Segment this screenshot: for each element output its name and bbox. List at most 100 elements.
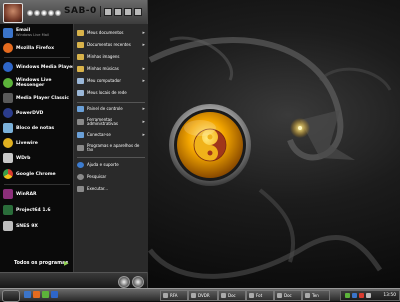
shutdown-button[interactable] [132,276,144,288]
recent-item[interactable]: WinRAR [0,187,73,201]
recent-item-label: Media Player Classic [16,95,69,101]
run-icon [77,186,84,192]
place-item[interactable]: Minhas imagens [74,52,148,62]
app-icon [277,293,282,298]
dot-icon [34,9,40,16]
recent-item[interactable]: Windows Live Messenger [0,75,73,91]
square-icon[interactable] [104,8,112,16]
taskbar-button[interactable]: RFA [160,290,188,301]
programs-column: Email Windows Live Mail Mozilla Firefox … [0,24,74,272]
square-icon[interactable] [124,8,132,16]
system-item[interactable]: Conectar-se ▸ [74,130,148,140]
divider [4,57,70,58]
app-icon [305,293,310,298]
taskbar-button-label: Doc [284,293,292,298]
computer-icon [77,78,84,84]
media-player-icon [3,62,13,72]
quick-launch-icon[interactable] [24,291,31,298]
chevron-right-icon: ▸ [142,66,145,72]
arrow-right-icon: ▶ [64,260,69,267]
system-item[interactable]: Ferramentas administrativas ▸ [74,115,148,129]
tray-icon[interactable] [352,293,357,298]
pinned-item-email[interactable]: Email Windows Live Mail [0,26,73,40]
start-menu-header: SAB-0 [0,0,147,25]
app-icon [249,293,254,298]
recent-item[interactable]: SNES 9X [0,219,73,233]
square-icon[interactable] [114,8,122,16]
dot-icon [27,9,33,16]
app-icon [221,293,226,298]
chevron-right-icon: ▸ [142,42,145,48]
folder-icon [77,30,84,36]
help-item[interactable]: Executar... [74,184,148,194]
place-item[interactable]: Meus documentos ▸ [74,28,148,38]
recent-item[interactable]: Media Player Classic [0,91,73,105]
taskbar-button[interactable]: Ten [302,290,330,301]
dot-icon [55,9,61,16]
divider [77,157,145,158]
system-item[interactable]: Programas e aparelhos de fax [74,141,148,155]
recent-item-label: Google Chrome [16,171,56,177]
place-item[interactable]: Documentos recentes ▸ [74,40,148,50]
recent-item[interactable]: Project64 1.6 [0,203,73,217]
pinned-item-sub: Windows Live Mail [16,33,49,37]
recent-item[interactable]: WDrb [0,151,73,165]
recent-item[interactable]: Bloco de notas [0,121,73,135]
place-label: Meus locais de rede [87,89,127,95]
tray-icon[interactable] [359,293,364,298]
system-tray: 13:50 [340,290,400,301]
place-label: Minhas músicas [87,65,119,71]
divider [77,102,145,103]
chevron-right-icon: ▸ [142,106,145,112]
messenger-icon [3,78,13,88]
recent-item-label: Livewire [16,140,38,146]
place-item[interactable]: Minhas músicas ▸ [74,64,148,74]
recent-item[interactable]: PowerDVD [0,106,73,120]
taskbar-button[interactable]: DVDR [188,290,218,301]
taskbar-button-label: Doc [228,293,236,298]
place-item[interactable]: Meu computador ▸ [74,76,148,86]
start-menu: SAB-0 Email Windows Live Mail Mozilla Fi… [0,0,148,289]
wdrb-icon [3,153,13,163]
help-item[interactable]: Pesquisar [74,172,148,182]
volume-icon[interactable] [366,293,371,298]
help-item[interactable]: Ajuda e suporte [74,160,148,170]
start-button[interactable] [2,290,20,302]
place-label: Documentos recentes [87,41,131,47]
winrar-icon [3,189,13,199]
place-label: Minhas imagens [87,53,120,59]
taskbar-button-label: Fot [256,293,263,298]
place-label: Meu computador [87,77,121,83]
help-icon [77,162,84,168]
network-icon [77,90,84,96]
tray-icon[interactable] [345,293,350,298]
place-item[interactable]: Meus locais de rede [74,88,148,98]
printer-icon [77,145,84,151]
powerdvd-icon [3,108,13,118]
clock[interactable]: 13:50 [383,293,396,298]
help-label: Executar... [87,185,109,191]
all-programs-button[interactable]: Todos os programas [14,261,68,266]
taskbar-button[interactable]: Doc [274,290,302,301]
recent-item[interactable]: Google Chrome [0,167,73,181]
quick-launch-icon[interactable] [51,291,58,298]
taskbar-button[interactable]: Doc [218,290,246,301]
recent-item[interactable]: Windows Media Player [0,60,74,74]
taskbar-button-label: Ten [312,293,319,298]
places-column: Meus documentos ▸ Documentos recentes ▸ … [73,24,148,272]
quick-launch-icon[interactable] [42,291,49,298]
header-title: SAB-0 [64,6,97,16]
square-icon[interactable] [134,8,142,16]
dot-icon [48,9,54,16]
logoff-button[interactable] [118,276,130,288]
system-label: Ferramentas administrativas [87,116,118,126]
taskbar-button[interactable]: Fot [246,290,274,301]
user-avatar[interactable] [3,3,23,23]
pinned-item-firefox[interactable]: Mozilla Firefox [0,41,73,55]
quick-launch-icon[interactable] [33,291,40,298]
search-icon [77,174,84,180]
system-item[interactable]: Painel de controle ▸ [74,104,148,114]
connect-icon [77,132,84,138]
app-icon [191,293,196,298]
recent-item[interactable]: Livewire [0,136,73,150]
